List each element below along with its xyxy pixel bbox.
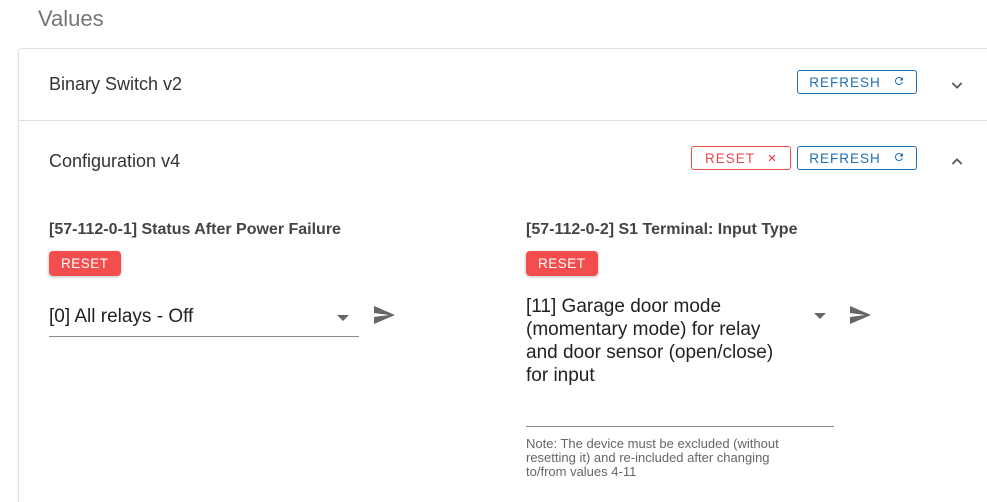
select-value-line: and door sensor (open/close) bbox=[526, 342, 774, 363]
select-value-line: for input bbox=[526, 365, 595, 386]
page: Values Binary Switch v2 REFRESH Configur… bbox=[0, 0, 987, 502]
chevron-up-icon[interactable] bbox=[947, 152, 967, 172]
refresh-button[interactable]: REFRESH bbox=[797, 146, 917, 170]
section-title: Values bbox=[38, 6, 104, 31]
send-icon[interactable] bbox=[370, 303, 400, 329]
s1-terminal-input-type-select[interactable]: [11] Garage door mode (momentary mode) f… bbox=[526, 295, 834, 427]
field-reset-button[interactable]: RESET bbox=[526, 251, 598, 276]
chevron-down-icon[interactable] bbox=[947, 75, 967, 95]
close-icon bbox=[767, 151, 777, 166]
send-icon[interactable] bbox=[846, 303, 876, 329]
field-note-line: Note: The device must be excluded (witho… bbox=[526, 436, 779, 451]
dropdown-arrow-icon bbox=[337, 315, 349, 321]
values-panel: Binary Switch v2 REFRESH Configuration v… bbox=[18, 48, 987, 502]
refresh-button-label: REFRESH bbox=[809, 74, 881, 90]
dropdown-arrow-icon bbox=[814, 313, 826, 319]
commandclass-row-binary-switch[interactable]: Binary Switch v2 REFRESH bbox=[19, 49, 987, 121]
refresh-button[interactable]: REFRESH bbox=[797, 70, 917, 94]
field-label: [57-112-0-2] S1 Terminal: Input Type bbox=[526, 221, 798, 238]
select-value-line: (momentary mode) for relay bbox=[526, 319, 761, 340]
reset-button-label: RESET bbox=[704, 150, 755, 166]
select-value-line: [11] Garage door mode bbox=[526, 296, 722, 317]
refresh-icon bbox=[893, 151, 905, 166]
refresh-button-label: REFRESH bbox=[809, 150, 881, 166]
commandclass-title: Configuration v4 bbox=[49, 151, 181, 171]
status-after-power-failure-select[interactable]: [0] All relays - Off bbox=[49, 301, 359, 337]
select-value: [0] All relays - Off bbox=[49, 306, 194, 327]
field-label: [57-112-0-1] Status After Power Failure bbox=[49, 221, 341, 238]
field-note-line: resetting it) and re-included after chan… bbox=[526, 450, 770, 465]
refresh-icon bbox=[893, 75, 905, 90]
field-reset-button[interactable]: RESET bbox=[49, 251, 121, 276]
field-note-line: to/from values 4-11 bbox=[526, 464, 637, 479]
reset-all-button[interactable]: RESET bbox=[691, 146, 791, 170]
commandclass-title: Binary Switch v2 bbox=[49, 74, 183, 94]
commandclass-row-configuration[interactable]: Configuration v4 RESET REFRESH bbox=[19, 121, 987, 199]
